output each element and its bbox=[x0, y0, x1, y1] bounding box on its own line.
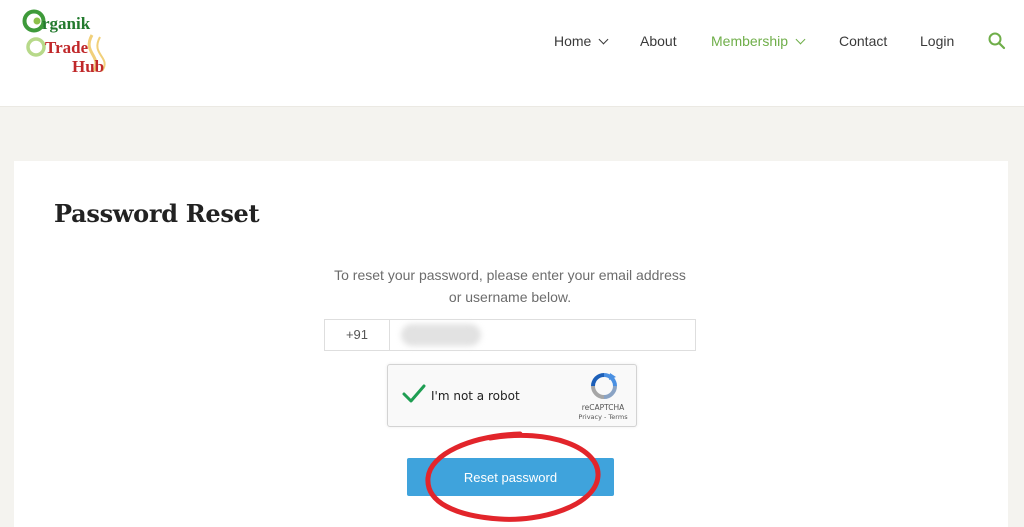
nav-home-label: Home bbox=[554, 33, 592, 49]
chevron-down-icon bbox=[598, 34, 609, 45]
captcha-brand: reCAPTCHA bbox=[581, 403, 625, 412]
site-logo[interactable]: rganik Trade Hub bbox=[22, 5, 122, 77]
logo-word-organik: rganik bbox=[42, 14, 91, 33]
nav-membership-label: Membership bbox=[711, 33, 789, 49]
nav-about[interactable]: About bbox=[640, 31, 677, 51]
search-icon bbox=[988, 32, 1006, 50]
nav-contact[interactable]: Contact bbox=[839, 31, 887, 51]
nav-contact-label: Contact bbox=[839, 33, 888, 49]
nav-membership[interactable]: Membership bbox=[711, 31, 806, 51]
reset-password-button[interactable]: Reset password bbox=[407, 458, 614, 496]
captcha-label: I'm not a robot bbox=[431, 389, 520, 403]
instructions-line-1: To reset your password, please enter you… bbox=[334, 267, 686, 283]
nav-home[interactable]: Home bbox=[554, 31, 609, 51]
nav-about-label: About bbox=[640, 33, 677, 49]
recaptcha-widget: I'm not a robot reCAPTCHA Privacy - Term… bbox=[387, 364, 637, 427]
search-button[interactable] bbox=[987, 31, 1007, 51]
logo-word-hub: Hub bbox=[72, 57, 105, 76]
chevron-down-icon bbox=[795, 34, 806, 45]
phone-field: +91 bbox=[324, 319, 715, 351]
redacted-value bbox=[401, 324, 481, 346]
country-code-prefix[interactable]: +91 bbox=[325, 320, 390, 350]
nav-login[interactable]: Login bbox=[920, 31, 954, 51]
reset-instructions: To reset your password, please enter you… bbox=[310, 264, 710, 308]
instructions-line-2: or username below. bbox=[448, 289, 572, 305]
checkmark-icon bbox=[402, 384, 426, 403]
recaptcha-logo-icon bbox=[591, 373, 617, 399]
password-reset-card: Password Reset To reset your password, p… bbox=[14, 161, 1008, 527]
captcha-checkbox[interactable] bbox=[401, 381, 427, 407]
page-title: Password Reset bbox=[54, 199, 260, 228]
logo-word-trade: Trade bbox=[45, 38, 89, 57]
captcha-links[interactable]: Privacy - Terms bbox=[570, 413, 636, 421]
nav-login-label: Login bbox=[920, 33, 955, 49]
site-header: rganik Trade Hub Home About Membership C… bbox=[0, 0, 1024, 107]
